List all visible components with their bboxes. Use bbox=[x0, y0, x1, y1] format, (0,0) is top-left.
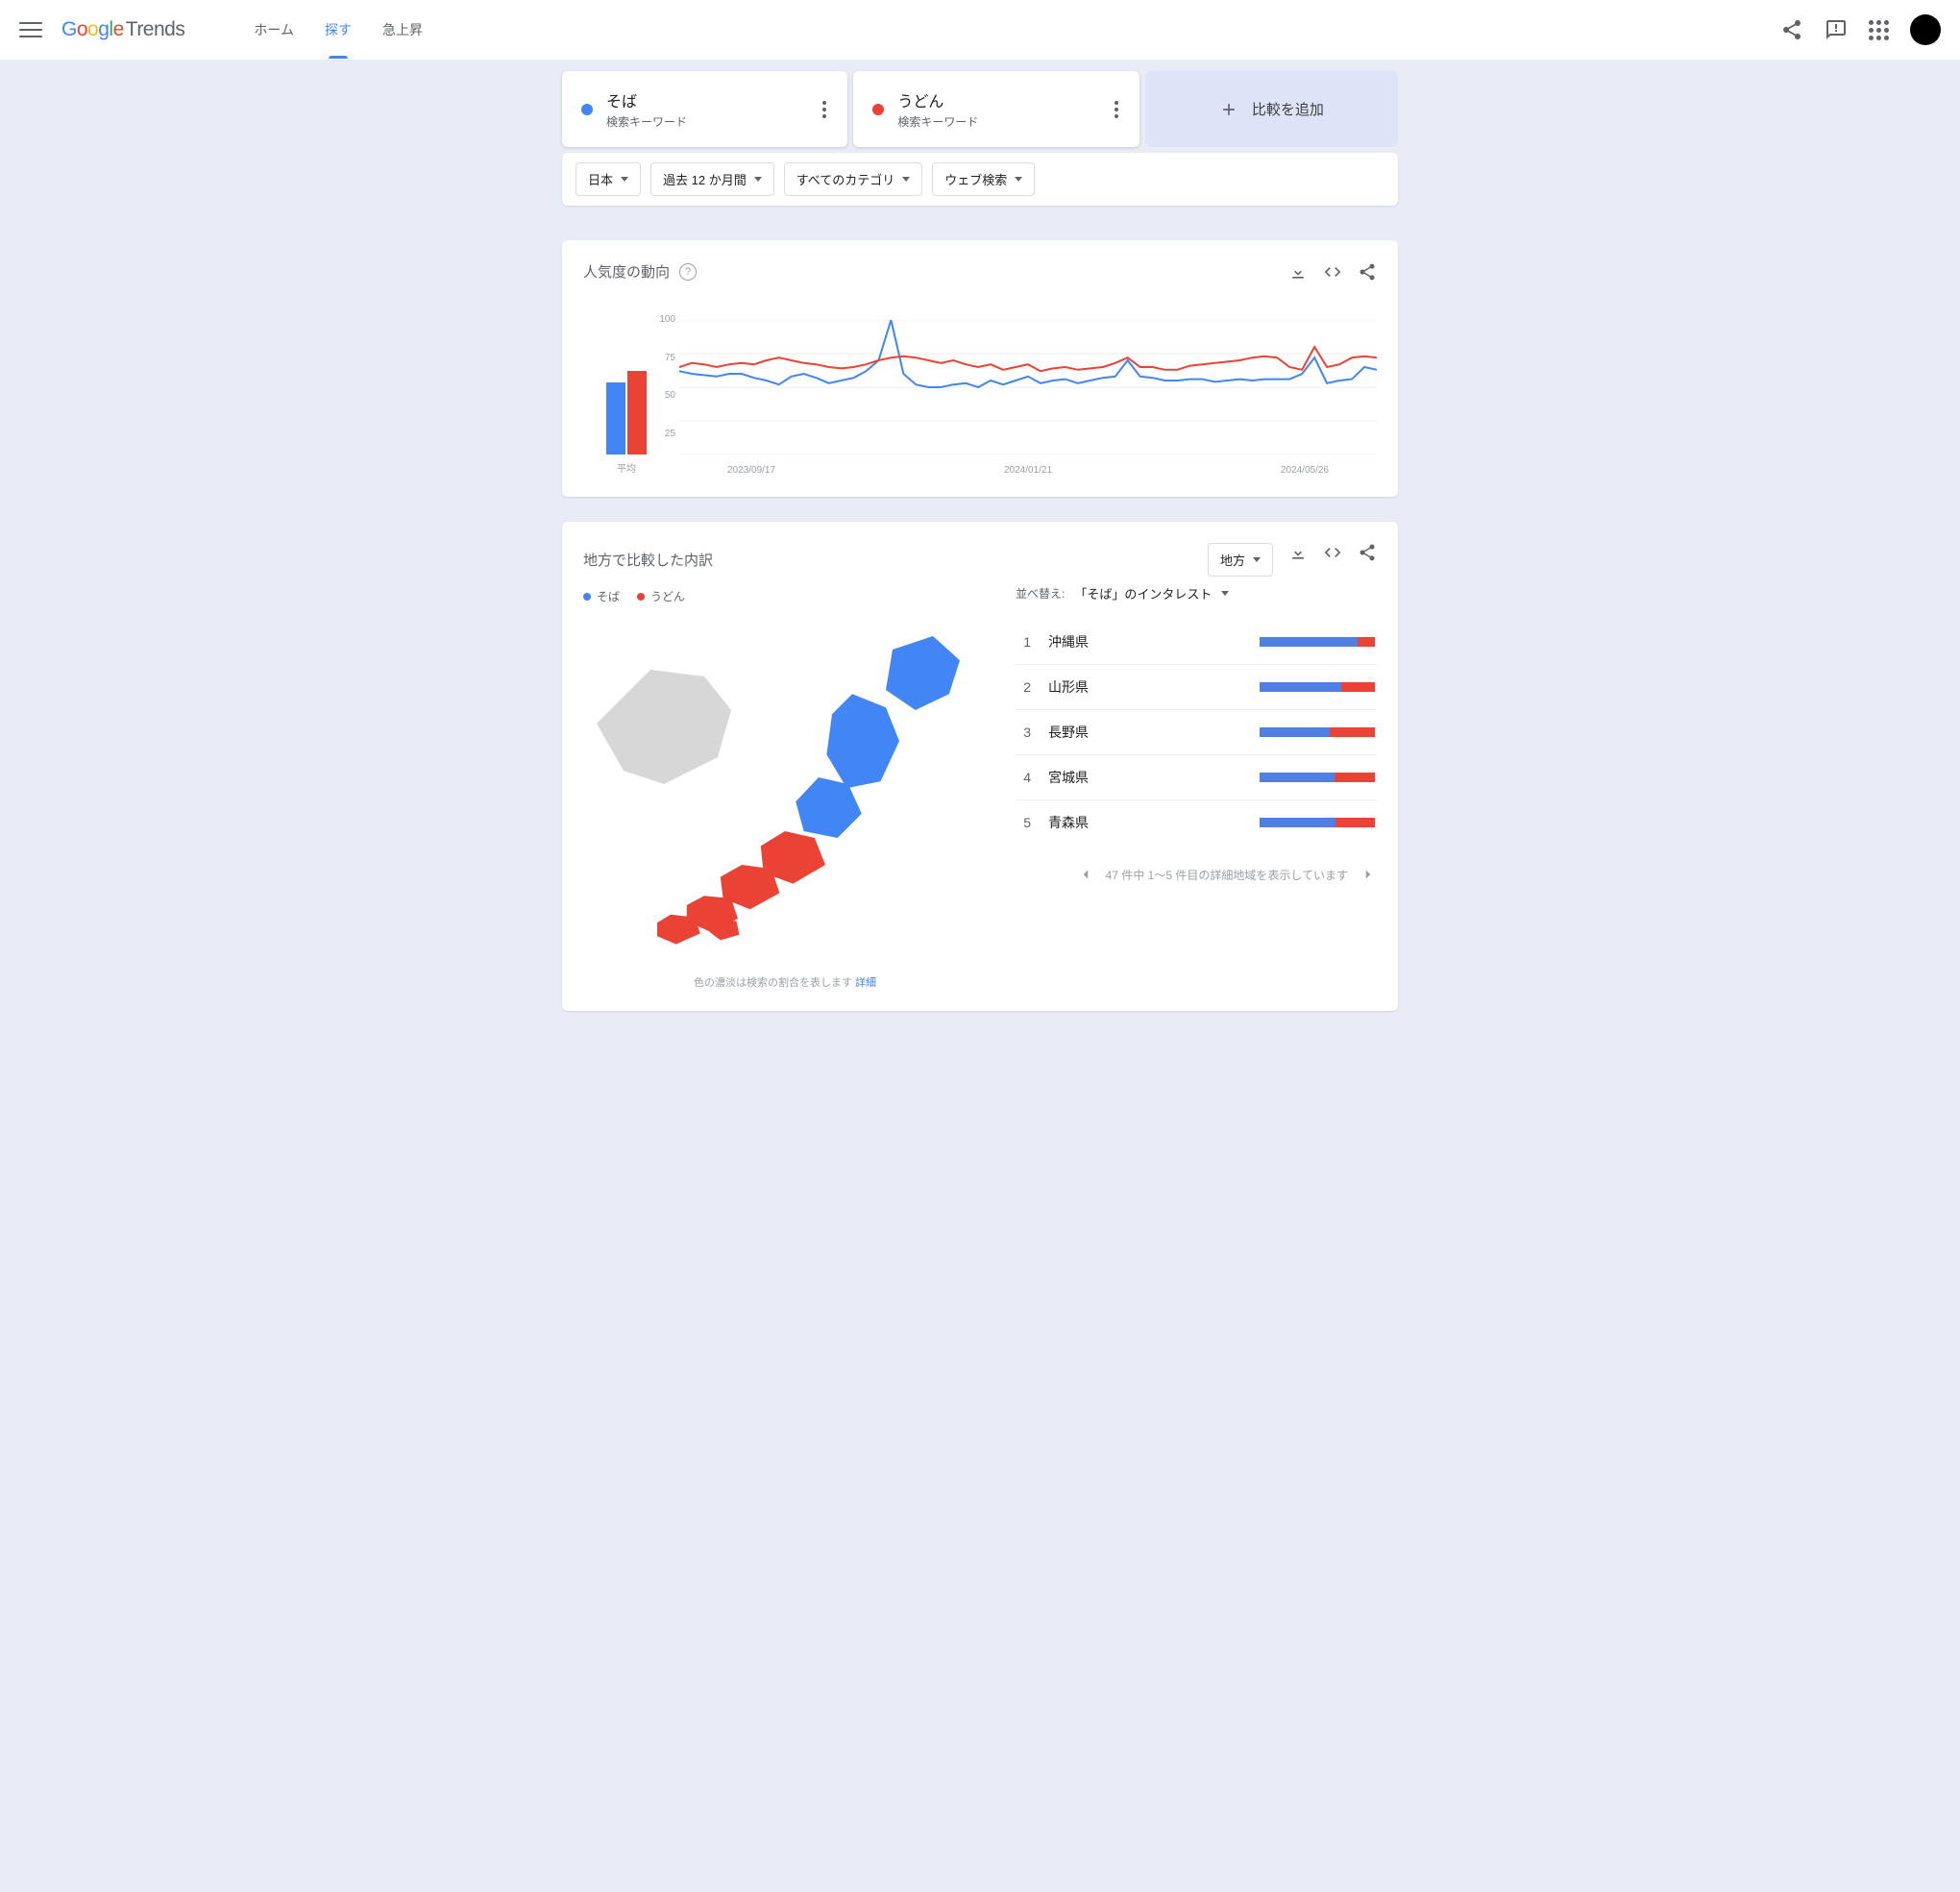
chevron-down-icon bbox=[621, 177, 628, 182]
chevron-left-icon[interactable] bbox=[1077, 866, 1094, 883]
main-nav: ホーム 探す 急上昇 bbox=[252, 1, 425, 59]
chevron-down-icon bbox=[902, 177, 910, 182]
region-name: 山形県 bbox=[1048, 677, 1154, 697]
panel-title: 人気度の動向 bbox=[583, 261, 670, 282]
chevron-down-icon bbox=[754, 177, 762, 182]
map-note-link[interactable]: 詳細 bbox=[855, 977, 876, 989]
chevron-down-icon bbox=[1015, 177, 1022, 182]
term-more-icon[interactable] bbox=[1107, 100, 1126, 119]
line-chart: 100 75 50 25 2023/09/17 2024/01/21 2024/… bbox=[679, 320, 1377, 476]
plus-icon bbox=[1219, 100, 1238, 119]
filter-geo[interactable]: 日本 bbox=[576, 162, 641, 196]
apps-icon[interactable] bbox=[1869, 20, 1889, 40]
rank-number: 2 bbox=[1017, 679, 1031, 695]
feedback-icon[interactable] bbox=[1825, 18, 1848, 41]
share-icon[interactable] bbox=[1780, 18, 1803, 41]
app-header: Google Trends ホーム 探す 急上昇 bbox=[0, 0, 1960, 60]
term-color-dot bbox=[872, 104, 884, 115]
rank-number: 4 bbox=[1017, 770, 1031, 785]
region-row[interactable]: 4 宮城県 bbox=[1016, 755, 1377, 800]
filter-time[interactable]: 過去 12 か月間 bbox=[650, 162, 774, 196]
compare-terms-row: そば 検索キーワード うどん 検索キーワード 比較を追加 bbox=[562, 71, 1398, 147]
sort-label: 並べ替え: bbox=[1016, 585, 1065, 602]
filter-bar: 日本 過去 12 か月間 すべてのカテゴリ ウェブ検索 bbox=[562, 153, 1398, 206]
map-legend: そば うどん bbox=[583, 588, 987, 604]
region-list: 1 沖縄県 2 山形県 3 長野県 4 宮城県 5 青森県 bbox=[1016, 620, 1377, 845]
sort-select[interactable]: 「そば」のインタレスト bbox=[1074, 584, 1229, 602]
term-subtitle: 検索キーワード bbox=[897, 113, 1092, 130]
term-title: うどん bbox=[897, 88, 1092, 111]
list-pager: 47 件中 1～5 件目の詳細地域を表示しています bbox=[1016, 866, 1377, 883]
ratio-bar bbox=[1260, 773, 1375, 782]
region-name: 沖縄県 bbox=[1048, 632, 1154, 651]
region-scope-select[interactable]: 地方 bbox=[1208, 543, 1273, 577]
ratio-bar bbox=[1260, 818, 1375, 827]
nav-explore[interactable]: 探す bbox=[323, 1, 354, 59]
region-name: 長野県 bbox=[1048, 723, 1154, 742]
region-row[interactable]: 5 青森県 bbox=[1016, 800, 1377, 845]
term-card-1[interactable]: そば 検索キーワード bbox=[562, 71, 847, 147]
chevron-down-icon bbox=[1253, 557, 1261, 562]
nav-rising[interactable]: 急上昇 bbox=[380, 1, 425, 59]
ratio-bar bbox=[1260, 727, 1375, 737]
rank-number: 3 bbox=[1017, 725, 1031, 740]
chevron-right-icon[interactable] bbox=[1360, 866, 1377, 883]
embed-icon[interactable] bbox=[1323, 262, 1342, 282]
rank-number: 1 bbox=[1017, 634, 1031, 650]
region-row[interactable]: 3 長野県 bbox=[1016, 710, 1377, 755]
region-panel: 地方で比較した内訳 地方 そば うどん bbox=[562, 522, 1398, 1011]
interest-over-time-panel: 人気度の動向 ? 平均 100 75 50 25 bbox=[562, 240, 1398, 497]
chevron-down-icon bbox=[1221, 591, 1229, 596]
download-icon[interactable] bbox=[1288, 543, 1308, 562]
ratio-bar bbox=[1260, 682, 1375, 692]
header-actions bbox=[1780, 14, 1941, 45]
region-name: 宮城県 bbox=[1048, 768, 1154, 787]
region-row[interactable]: 2 山形県 bbox=[1016, 665, 1377, 710]
share-icon[interactable] bbox=[1358, 262, 1377, 282]
menu-icon[interactable] bbox=[19, 18, 42, 41]
share-icon[interactable] bbox=[1358, 543, 1377, 562]
rank-number: 5 bbox=[1017, 815, 1031, 830]
filter-search-type[interactable]: ウェブ検索 bbox=[932, 162, 1035, 196]
region-name: 青森県 bbox=[1048, 813, 1154, 832]
panel-title: 地方で比較した内訳 bbox=[583, 550, 713, 570]
add-compare-label: 比較を追加 bbox=[1252, 99, 1324, 119]
map-note: 色の濃淡は検索の割合を表します 詳細 bbox=[583, 974, 987, 990]
term-color-dot bbox=[581, 104, 593, 115]
term-card-2[interactable]: うどん 検索キーワード bbox=[853, 71, 1139, 147]
account-avatar[interactable] bbox=[1910, 14, 1941, 45]
filter-category[interactable]: すべてのカテゴリ bbox=[784, 162, 923, 196]
add-compare-button[interactable]: 比較を追加 bbox=[1145, 71, 1398, 147]
google-trends-logo[interactable]: Google Trends bbox=[61, 18, 184, 41]
nav-home[interactable]: ホーム bbox=[252, 1, 296, 59]
term-subtitle: 検索キーワード bbox=[606, 113, 801, 130]
help-icon[interactable]: ? bbox=[679, 263, 697, 281]
region-row[interactable]: 1 沖縄県 bbox=[1016, 620, 1377, 665]
ratio-bar bbox=[1260, 637, 1375, 647]
download-icon[interactable] bbox=[1288, 262, 1308, 282]
embed-icon[interactable] bbox=[1323, 543, 1342, 562]
term-title: そば bbox=[606, 88, 801, 111]
japan-map[interactable] bbox=[583, 629, 987, 952]
term-more-icon[interactable] bbox=[815, 100, 834, 119]
